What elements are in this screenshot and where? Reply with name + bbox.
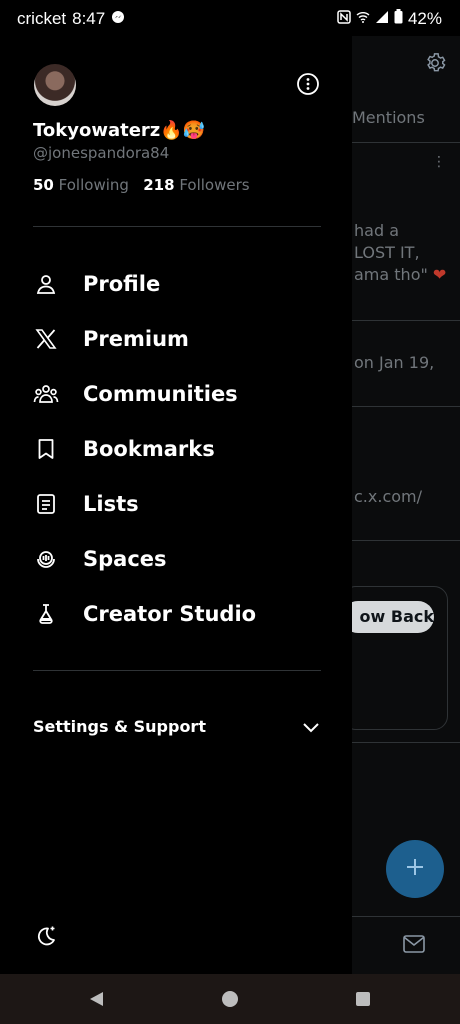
chevron-down-icon bbox=[301, 717, 321, 741]
user-handle: @jonespandora84 bbox=[33, 144, 170, 162]
menu-item-profile[interactable]: Profile bbox=[0, 256, 352, 311]
following-count: 50 bbox=[33, 176, 54, 194]
battery-icon bbox=[394, 9, 403, 29]
divider bbox=[33, 670, 321, 671]
carrier-label: cricket bbox=[17, 9, 67, 28]
menu-item-communities[interactable]: Communities bbox=[0, 366, 352, 421]
follow-stats: 50 Following 218 Followers bbox=[33, 176, 250, 194]
menu-item-label: Creator Studio bbox=[83, 601, 257, 626]
recents-icon[interactable] bbox=[355, 990, 371, 1012]
divider bbox=[352, 320, 460, 321]
heart-icon: ❤ bbox=[427, 265, 447, 284]
person-icon bbox=[33, 271, 59, 297]
compose-fab-button[interactable] bbox=[386, 840, 444, 898]
menu-item-bookmarks[interactable]: Bookmarks bbox=[0, 421, 352, 476]
post-date: on Jan 19, bbox=[354, 353, 435, 372]
post-link[interactable]: c.x.com/ bbox=[354, 486, 422, 508]
post-text-line: LOST IT, bbox=[354, 243, 420, 262]
more-options-icon[interactable] bbox=[296, 72, 320, 100]
plus-icon bbox=[404, 856, 426, 882]
menu-item-label: Profile bbox=[83, 271, 161, 296]
post-text-line: ama tho" ❤ bbox=[354, 265, 447, 284]
divider bbox=[352, 540, 460, 541]
followers-label: Followers bbox=[179, 176, 250, 194]
drawer-menu: Profile Premium Communities Bookmarks Li… bbox=[0, 256, 352, 641]
bookmark-icon bbox=[33, 436, 59, 462]
gear-icon[interactable] bbox=[424, 52, 446, 78]
messenger-notification-icon bbox=[111, 9, 125, 29]
clock: 8:47 bbox=[72, 9, 106, 28]
settings-support-toggle[interactable]: Settings & Support bbox=[33, 715, 321, 739]
divider bbox=[352, 742, 460, 743]
timeline-background: Mentions ⋮ had a LOST IT, ama tho" ❤ on … bbox=[352, 36, 460, 974]
followers-count: 218 bbox=[143, 176, 175, 194]
battery-percent: 42% bbox=[407, 9, 442, 28]
menu-item-label: Bookmarks bbox=[83, 436, 215, 461]
divider bbox=[352, 406, 460, 407]
back-icon[interactable] bbox=[88, 990, 106, 1012]
divider bbox=[352, 916, 460, 917]
nfc-icon bbox=[337, 9, 351, 29]
divider bbox=[33, 226, 321, 227]
more-dots-icon[interactable]: ⋮ bbox=[432, 154, 446, 170]
following-label: Following bbox=[58, 176, 129, 194]
follow-back-button[interactable]: ow Back bbox=[352, 601, 434, 633]
menu-item-label: Premium bbox=[83, 326, 189, 351]
signal-icon bbox=[375, 9, 389, 29]
menu-item-premium[interactable]: Premium bbox=[0, 311, 352, 366]
menu-item-label: Lists bbox=[83, 491, 139, 516]
mail-icon[interactable] bbox=[402, 934, 426, 958]
following-link[interactable]: 50 Following bbox=[33, 176, 129, 194]
wifi-icon bbox=[356, 9, 370, 29]
home-icon[interactable] bbox=[221, 990, 239, 1012]
spaces-icon bbox=[33, 546, 59, 572]
display-mode-moon-icon[interactable] bbox=[34, 924, 58, 952]
menu-item-spaces[interactable]: Spaces bbox=[0, 531, 352, 586]
divider bbox=[352, 142, 460, 143]
menu-item-label: Spaces bbox=[83, 546, 167, 571]
navigation-drawer: Tokyowaterz🔥🥵 @jonespandora84 50 Followi… bbox=[0, 36, 352, 974]
communities-icon bbox=[33, 381, 59, 407]
display-name[interactable]: Tokyowaterz🔥🥵 bbox=[33, 120, 205, 141]
settings-support-label: Settings & Support bbox=[33, 717, 206, 736]
system-navigation-bar bbox=[0, 974, 460, 1024]
tab-mentions[interactable]: Mentions bbox=[352, 108, 425, 127]
status-bar: cricket 8:47 42% bbox=[0, 0, 460, 36]
list-icon bbox=[33, 491, 59, 517]
x-logo-icon bbox=[33, 326, 59, 352]
post-text-line: had a bbox=[354, 221, 399, 240]
menu-item-creator-studio[interactable]: Creator Studio bbox=[0, 586, 352, 641]
avatar[interactable] bbox=[34, 64, 76, 106]
creator-studio-icon bbox=[33, 601, 59, 627]
menu-item-label: Communities bbox=[83, 381, 238, 406]
followers-link[interactable]: 218 Followers bbox=[143, 176, 249, 194]
menu-item-lists[interactable]: Lists bbox=[0, 476, 352, 531]
